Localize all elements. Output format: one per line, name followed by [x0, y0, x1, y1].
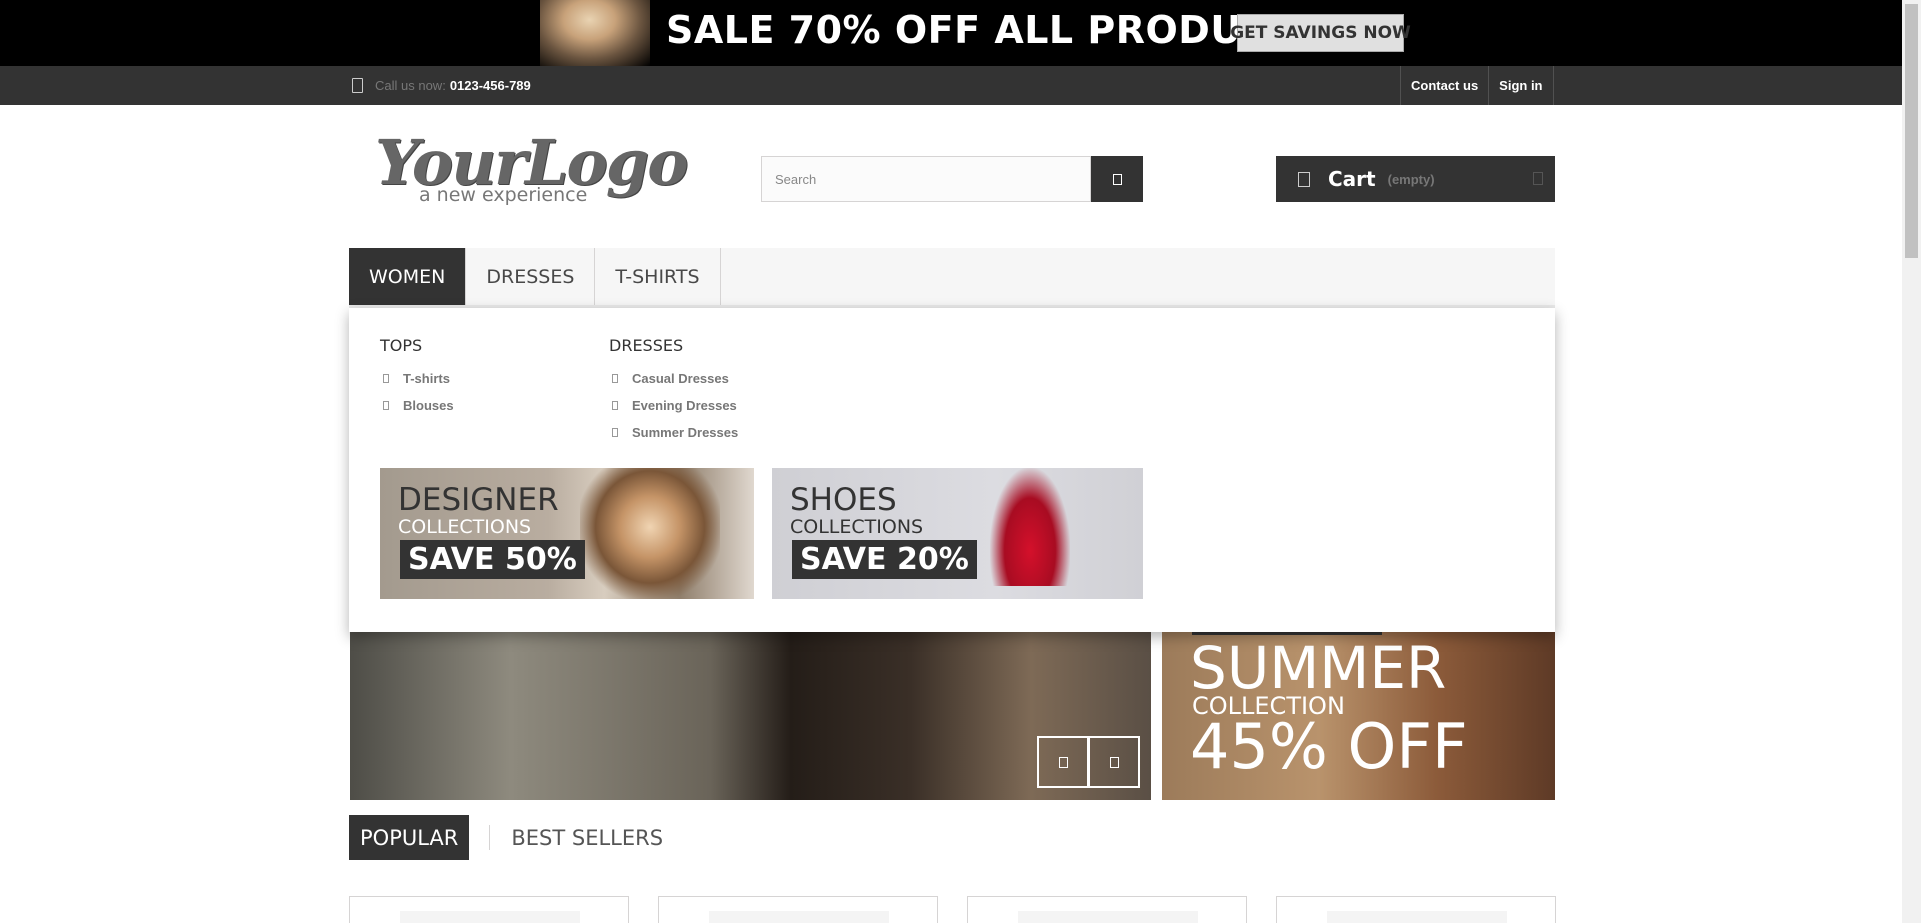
- promo-model-image: [540, 0, 650, 66]
- product-card[interactable]: [658, 896, 938, 923]
- submenu-link-label: Blouses: [403, 398, 454, 413]
- tab-popular[interactable]: POPULAR: [349, 815, 470, 860]
- scrollbar-thumb[interactable]: [1905, 4, 1918, 258]
- call-us: Call us now: 0123-456-789: [352, 66, 531, 105]
- submenu-link-blouses[interactable]: Blouses: [380, 392, 454, 419]
- designer-collection-banner[interactable]: DESIGNER COLLECTIONS SAVE 50%: [380, 468, 754, 599]
- cart-dropdown-icon: [1533, 172, 1543, 185]
- homepage-slider[interactable]: [350, 632, 1151, 800]
- product-tabs: POPULAR BEST SELLERS: [349, 815, 674, 860]
- cart-button[interactable]: Cart (empty): [1276, 156, 1555, 202]
- product-image[interactable]: [1018, 911, 1198, 923]
- get-savings-button[interactable]: GET SAVINGS NOW: [1230, 14, 1411, 52]
- search-input[interactable]: [761, 156, 1091, 202]
- product-card[interactable]: [1276, 896, 1556, 923]
- menu-item-tshirts[interactable]: T-SHIRTS: [595, 248, 721, 305]
- promo-banner[interactable]: SALE 70% OFF ALL PRODUCTS GET SAVINGS NO…: [0, 0, 1902, 66]
- product-image[interactable]: [1327, 911, 1507, 923]
- tab-divider: [489, 825, 491, 850]
- logo[interactable]: YourLogo a new experience: [375, 126, 689, 211]
- chevron-right-icon: [612, 374, 618, 383]
- submenu-link-evening-dresses[interactable]: Evening Dresses: [609, 392, 738, 419]
- promo-headline: SALE 70% OFF ALL PRODUCTS: [666, 8, 1325, 52]
- main-menu: WOMEN DRESSES T-SHIRTS: [349, 248, 1555, 308]
- banner-subtitle: COLLECTIONS: [790, 516, 924, 538]
- chevron-right-icon: [383, 401, 389, 410]
- slider-prev-button[interactable]: [1037, 736, 1089, 788]
- submenu-link-tshirts[interactable]: T-shirts: [380, 365, 454, 392]
- summer-collection-banner[interactable]: SUMMER COLLECTION 45% OFF: [1162, 632, 1555, 800]
- logo-tagline: a new experience: [419, 184, 588, 206]
- page-scrollbar[interactable]: [1902, 0, 1921, 923]
- product-card[interactable]: [349, 896, 629, 923]
- chevron-left-icon: [1058, 756, 1068, 768]
- women-submenu: TOPS T-shirts Blouses DRESSES Casual Dre…: [349, 308, 1555, 632]
- summer-offer: 45% OFF: [1190, 710, 1468, 783]
- banner-subtitle: COLLECTIONS: [398, 516, 532, 538]
- banner-offer: SAVE 20%: [792, 540, 977, 579]
- banner-shoe-image: [990, 468, 1070, 586]
- shoes-collection-banner[interactable]: SHOES COLLECTIONS SAVE 20%: [772, 468, 1143, 599]
- cart-label: Cart: [1328, 167, 1376, 191]
- search-icon: [1112, 173, 1122, 185]
- banner-offer: SAVE 50%: [400, 540, 585, 579]
- tab-best-sellers[interactable]: BEST SELLERS: [500, 815, 674, 860]
- product-list: [349, 896, 1556, 923]
- submenu-link-label: T-shirts: [403, 371, 450, 386]
- banner-headline: SHOES: [790, 482, 897, 518]
- menu-item-women[interactable]: WOMEN: [349, 248, 467, 305]
- chevron-right-icon: [612, 428, 618, 437]
- contact-us-link[interactable]: Contact us: [1400, 66, 1488, 105]
- banner-headline: DESIGNER: [398, 482, 559, 518]
- call-label: Call us now:: [375, 78, 446, 93]
- phone-icon: [352, 78, 363, 93]
- search-button[interactable]: [1091, 156, 1143, 202]
- submenu-link-label: Evening Dresses: [632, 398, 737, 413]
- submenu-link-summer-dresses[interactable]: Summer Dresses: [609, 419, 738, 446]
- topbar-links: Contact us Sign in: [1400, 66, 1554, 105]
- cart-icon: [1298, 171, 1310, 187]
- menu-item-dresses[interactable]: DRESSES: [466, 248, 596, 305]
- chevron-right-icon: [383, 374, 389, 383]
- product-card[interactable]: [967, 896, 1247, 923]
- slider-next-button[interactable]: [1088, 736, 1140, 788]
- chevron-right-icon: [1109, 756, 1119, 768]
- cart-status: (empty): [1387, 171, 1435, 187]
- submenu-title-dresses[interactable]: DRESSES: [609, 336, 738, 355]
- submenu-column-tops: TOPS T-shirts Blouses: [380, 336, 454, 419]
- submenu-column-dresses: DRESSES Casual Dresses Evening Dresses S…: [609, 336, 738, 446]
- search-form: [761, 156, 1143, 202]
- phone-number: 0123-456-789: [449, 78, 531, 93]
- banner-model-image: [580, 468, 720, 599]
- top-bar: Call us now: 0123-456-789 Contact us Sig…: [0, 66, 1902, 105]
- submenu-link-label: Casual Dresses: [632, 371, 729, 386]
- submenu-link-casual-dresses[interactable]: Casual Dresses: [609, 365, 738, 392]
- sign-in-link[interactable]: Sign in: [1488, 66, 1554, 105]
- submenu-link-label: Summer Dresses: [632, 425, 739, 440]
- product-image[interactable]: [400, 911, 580, 923]
- chevron-right-icon: [612, 401, 618, 410]
- product-image[interactable]: [709, 911, 889, 923]
- submenu-title-tops[interactable]: TOPS: [380, 336, 454, 355]
